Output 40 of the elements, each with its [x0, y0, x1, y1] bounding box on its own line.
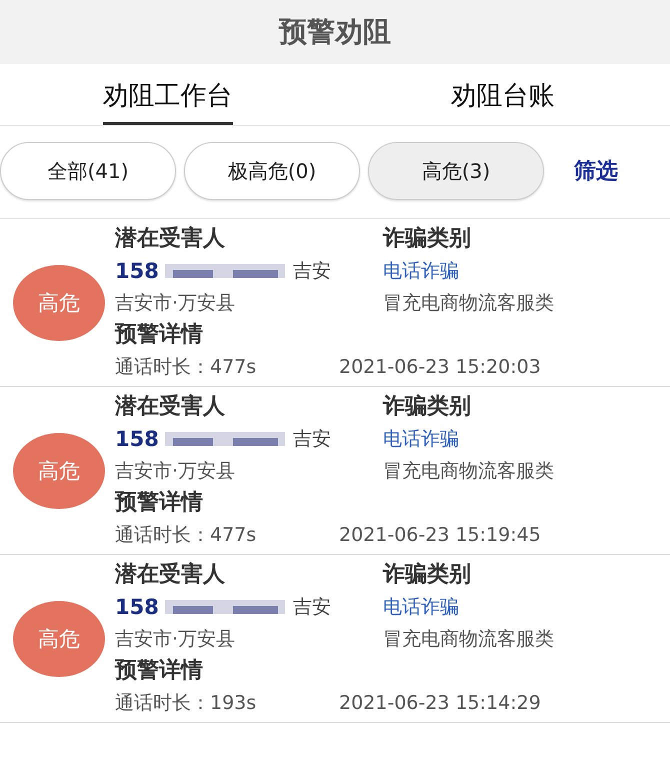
- city-text: 吉安: [292, 594, 331, 620]
- page-title: 预警劝阻: [279, 14, 391, 50]
- alert-time: 2021-06-23 15:14:29: [339, 690, 542, 716]
- filter-button[interactable]: 高危(3): [368, 142, 544, 200]
- fraud-subtype: 冒充电商物流客服类: [383, 290, 555, 316]
- field-label: 诈骗类别: [383, 224, 472, 252]
- field-label: 潜在受害人: [115, 392, 226, 420]
- alert-time: 2021-06-23 15:19:45: [339, 522, 542, 548]
- alert-time: 2021-06-23 15:20:03: [339, 354, 542, 380]
- field-label: 预警详情: [115, 320, 204, 348]
- filter-link[interactable]: 筛选: [574, 156, 618, 186]
- location-text: 吉安市·万安县: [115, 290, 236, 316]
- fraud-subtype: 冒充电商物流客服类: [383, 626, 555, 652]
- fraud-type: 电话诈骗: [383, 258, 460, 284]
- field-label: 潜在受害人: [115, 224, 226, 252]
- field-label: 诈骗类别: [383, 560, 472, 588]
- phone-number: 158: [115, 594, 159, 618]
- fraud-type: 电话诈骗: [383, 426, 460, 452]
- risk-badge: 高危: [13, 600, 105, 676]
- location-text: 吉安市·万安县: [115, 458, 236, 484]
- alert-card[interactable]: 高危 潜在受害人 诈骗类别 158 吉安 电话诈骗 吉安市·万安县 冒充电商物流客服类 预警详情 通话时长：193s 2021-06-23 15:14:29: [0, 555, 670, 723]
- risk-badge: 高危: [13, 264, 105, 340]
- phone-number: 158: [115, 258, 159, 282]
- filter-button[interactable]: 全部(41): [0, 142, 176, 200]
- field-label: 潜在受害人: [115, 560, 226, 588]
- field-label: 预警详情: [115, 488, 204, 516]
- field-label: 诈骗类别: [383, 392, 472, 420]
- location-text: 吉安市·万安县: [115, 626, 236, 652]
- tab[interactable]: 劝阻台账: [450, 64, 554, 125]
- alert-card[interactable]: 高危 潜在受害人 诈骗类别 158 吉安 电话诈骗 吉安市·万安县 冒充电商物流客服类 预警详情 通话时长：477s 2021-06-23 15:20:03: [0, 219, 670, 387]
- city-text: 吉安: [292, 258, 331, 284]
- fraud-subtype: 冒充电商物流客服类: [383, 458, 555, 484]
- tab[interactable]: 劝阻工作台: [102, 64, 232, 125]
- fraud-type: 电话诈骗: [383, 594, 460, 620]
- risk-badge: 高危: [13, 432, 105, 508]
- phone-number: 158: [115, 426, 159, 450]
- city-text: 吉安: [292, 426, 331, 452]
- filter-button[interactable]: 极高危(0): [184, 142, 360, 200]
- field-label: 预警详情: [115, 656, 204, 684]
- alert-card[interactable]: 高危 潜在受害人 诈骗类别 158 吉安 电话诈骗 吉安市·万安县 冒充电商物流客服类 预警详情 通话时长：477s 2021-06-23 15:19:45: [0, 387, 670, 555]
